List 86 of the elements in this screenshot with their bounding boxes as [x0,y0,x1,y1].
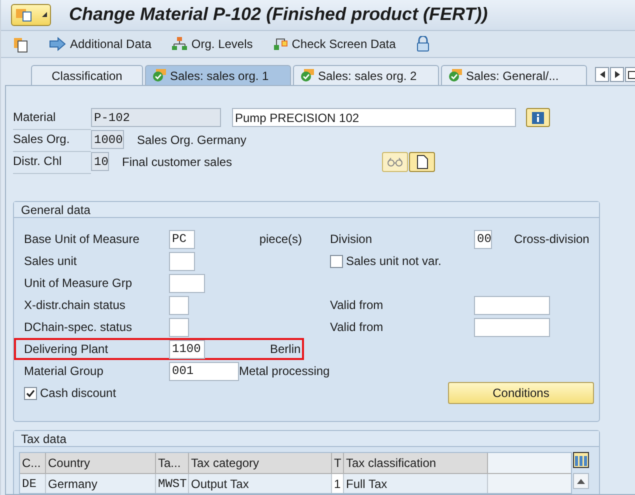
description: Metal processing [239,363,330,380]
left-arrow-icon [600,71,604,78]
group-title: Tax data [21,430,66,448]
label: Delivering Plant [24,342,108,356]
tab[interactable]: Sales: General/... [441,65,587,85]
description: Berlin [270,341,301,358]
arrow-icon [49,36,67,51]
label: Sales unit [24,254,77,268]
checkmark-icon [26,388,35,398]
group-title: General data [21,202,90,218]
window-title: Change Material P-102 (Finished product (FERT)) [69,3,488,26]
glasses-icon [387,156,404,166]
check-screen-icon [272,36,289,52]
input-field[interactable]: 1000 [91,130,124,149]
input-field[interactable]: P-102 [91,108,221,127]
input-field[interactable] [169,296,189,314]
check-icon [300,69,315,82]
table-cell: Output Tax [189,474,332,493]
page-icon [416,154,428,168]
input-field[interactable] [169,318,189,336]
conditions-button[interactable]: Conditions [448,382,594,404]
caret-icon [42,12,47,18]
input-field[interactable]: 10 [91,152,109,171]
label: Sales Org. [13,132,70,146]
scroll-left-button[interactable] [595,67,609,82]
toolbar-button[interactable]: Check Screen Data [272,34,396,53]
input-field[interactable] [474,296,550,314]
description: Sales Org. Germany [137,132,246,146]
label: DChain-spec. status [24,320,132,334]
check-icon [152,69,167,82]
input-field[interactable]: 00 [474,230,492,248]
menu-icon [15,8,33,22]
description: Final customer sales [122,154,232,168]
input-field[interactable]: PC [169,230,195,248]
table-cell: Germany [46,474,156,493]
column-header[interactable]: Ta... [156,453,189,473]
description: piece(s) [259,231,302,248]
input-field[interactable] [169,274,205,292]
scroll-right-button[interactable] [610,67,624,82]
input-field[interactable]: Pump PRECISION 102 [232,108,516,127]
menu-button[interactable] [11,4,51,26]
table-cell: Full Tax [344,474,488,493]
list-icon [628,70,635,78]
label: Material Group [24,364,104,378]
label: Sales unit not var. [346,253,442,270]
input-field[interactable] [169,252,195,270]
tab[interactable]: Sales: sales org. 2 [293,65,439,85]
hierarchy-icon [171,36,188,52]
input-field[interactable]: 1100 [169,340,205,358]
scroll-up-button[interactable] [573,473,589,489]
column-header[interactable]: C... [20,453,46,473]
right-arrow-icon [614,71,620,78]
tab[interactable]: Sales: sales org. 1 [145,65,291,85]
info-icon [532,112,544,124]
label: Valid from [330,320,384,334]
column-header[interactable]: T [332,453,344,473]
toolbar-button[interactable]: Org. Levels [171,34,253,53]
lock-icon[interactable] [416,36,430,52]
column-header[interactable]: Tax classification [344,453,488,473]
table-settings-button[interactable] [573,452,589,468]
input-field[interactable] [474,318,550,336]
column-header[interactable]: Tax category [189,453,332,473]
description: Cross-division [514,231,590,248]
table-cell: 1 [332,474,344,493]
columns-icon [574,453,588,467]
label: Valid from [330,298,384,312]
tab-list-button[interactable] [625,67,635,82]
column-header[interactable]: Country [46,453,156,473]
label: Distr. Chl [13,154,62,168]
label: Cash discount [40,385,116,402]
info-button[interactable] [526,108,550,127]
checkbox[interactable] [330,254,343,268]
tab[interactable]: Classification [31,65,143,85]
checkbox[interactable] [24,386,37,400]
create-button[interactable] [409,152,436,172]
label: X-distr.chain status [24,298,126,312]
input-field[interactable]: 001 [169,362,239,380]
table-cell: DE [20,474,46,493]
toolbar-button[interactable]: Additional Data [49,34,152,53]
label: Material [13,110,56,124]
label: Unit of Measure Grp [24,276,132,290]
check-icon [448,69,463,82]
up-arrow-icon [577,478,585,484]
label: Division [330,232,372,246]
table-cell: MWST [156,474,189,493]
label: Base Unit of Measure [24,232,140,246]
